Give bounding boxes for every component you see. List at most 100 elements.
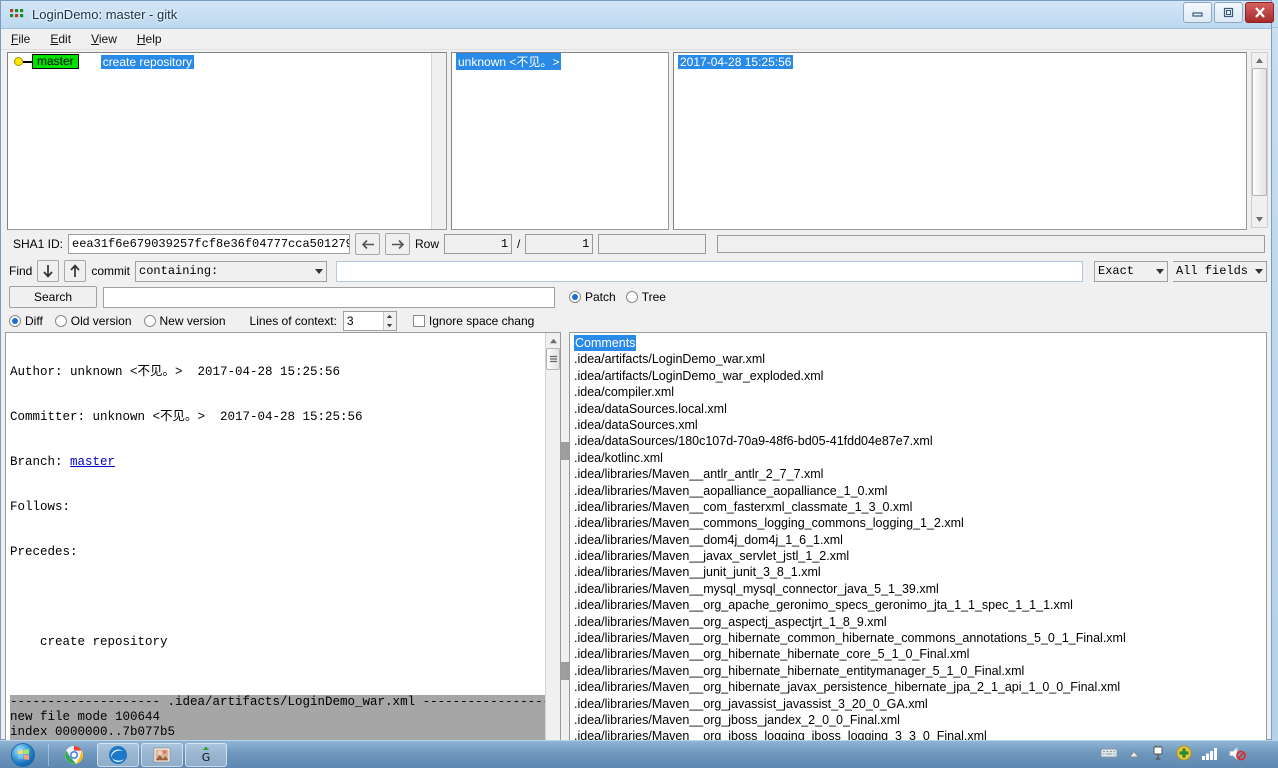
- file-list-item[interactable]: .idea/artifacts/LoginDemo_war.xml: [574, 351, 1266, 367]
- pane-splitter[interactable]: [561, 332, 569, 755]
- volume-muted-icon[interactable]: [1228, 746, 1246, 764]
- diff-label: Diff: [25, 314, 43, 328]
- patch-radio[interactable]: [569, 291, 581, 303]
- arrow-up-icon[interactable]: [64, 260, 86, 282]
- show-hidden-icons-icon[interactable]: [1128, 748, 1140, 762]
- horizontal-scroll-strip[interactable]: [717, 235, 1265, 253]
- file-list-item[interactable]: .idea/libraries/Maven__org_javassist_jav…: [574, 696, 1266, 712]
- menu-file[interactable]: File: [11, 32, 30, 46]
- diff-header-line: Author: unknown <不见。> 2017-04-28 15:25:5…: [10, 365, 545, 380]
- sha-label: SHA1 ID:: [13, 237, 63, 251]
- file-list-item[interactable]: .idea/artifacts/LoginDemo_war_exploded.x…: [574, 368, 1266, 384]
- find-match-mode-combo[interactable]: Exact: [1094, 261, 1168, 282]
- sha-input[interactable]: eea31f6e679039257fcf8e36f04777cca5012798: [68, 234, 350, 254]
- file-list-item[interactable]: .idea/libraries/Maven__junit_junit_3_8_1…: [574, 564, 1266, 580]
- maximize-icon[interactable]: [1214, 2, 1243, 23]
- security-shield-icon[interactable]: [1176, 745, 1192, 764]
- file-list-item[interactable]: .idea/libraries/Maven__org_hibernate_hib…: [574, 646, 1266, 662]
- new-version-radio[interactable]: [144, 315, 156, 327]
- diff-view[interactable]: Author: unknown <不见。> 2017-04-28 15:25:5…: [5, 332, 561, 755]
- taskbar[interactable]: G: [0, 740, 1278, 768]
- old-version-radio[interactable]: [55, 315, 67, 327]
- sha-bar: SHA1 ID: eea31f6e679039257fcf8e36f04777c…: [1, 230, 1271, 258]
- graph-pane-scrollbar[interactable]: [431, 53, 446, 229]
- find-label: Find: [9, 264, 32, 278]
- taskbar-photo-icon[interactable]: [141, 743, 183, 767]
- diff-vertical-scrollbar[interactable]: [545, 333, 560, 754]
- lines-of-context-stepper[interactable]: 3: [343, 311, 397, 331]
- menu-help[interactable]: Help: [137, 32, 162, 46]
- scroll-down-icon[interactable]: [1252, 212, 1267, 227]
- find-commit-label: commit: [91, 264, 130, 278]
- diff-radio[interactable]: [9, 315, 21, 327]
- graph-vertical-scrollbar[interactable]: [1251, 52, 1268, 228]
- diff-text[interactable]: Author: unknown <不见。> 2017-04-28 15:25:5…: [6, 333, 545, 754]
- titlebar: LoginDemo: master - gitk: [1, 1, 1271, 29]
- file-list-item[interactable]: Comments: [574, 335, 1266, 351]
- blank-line: [10, 590, 545, 605]
- search-input[interactable]: [103, 287, 555, 308]
- find-mode-combo[interactable]: containing:: [135, 261, 327, 282]
- file-list-item[interactable]: .idea/libraries/Maven__mysql_mysql_conne…: [574, 581, 1266, 597]
- signal-bars-icon[interactable]: [1202, 747, 1218, 763]
- system-tray[interactable]: [1100, 742, 1278, 768]
- menubar[interactable]: File Edit View Help: [1, 29, 1271, 50]
- file-list-item[interactable]: .idea/libraries/Maven__commons_logging_c…: [574, 515, 1266, 531]
- close-icon[interactable]: [1245, 2, 1274, 23]
- window-controls[interactable]: [1183, 2, 1274, 23]
- file-list-item[interactable]: .idea/dataSources.xml: [574, 417, 1266, 433]
- scroll-thumb[interactable]: [1252, 68, 1267, 196]
- file-list-item[interactable]: .idea/libraries/Maven__org_jboss_jandex_…: [574, 712, 1266, 728]
- changed-files-list[interactable]: Comments.idea/artifacts/LoginDemo_war.xm…: [569, 332, 1267, 755]
- file-list-item[interactable]: .idea/kotlinc.xml: [574, 450, 1266, 466]
- graph-pane[interactable]: master create repository: [7, 52, 447, 230]
- start-button[interactable]: [1, 742, 45, 768]
- row-extra-input[interactable]: [598, 234, 706, 254]
- date-pane[interactable]: 2017-04-28 15:25:56: [673, 52, 1247, 230]
- network-plug-icon[interactable]: [1150, 745, 1166, 764]
- search-button[interactable]: Search: [9, 286, 97, 308]
- branch-line-wrap: Branch: master: [10, 455, 545, 470]
- branch-ref-badge[interactable]: master: [32, 54, 79, 69]
- minimize-icon[interactable]: [1183, 2, 1212, 23]
- file-list-item[interactable]: .idea/libraries/Maven__org_aspectj_aspec…: [574, 614, 1266, 630]
- file-list-item[interactable]: .idea/libraries/Maven__javax_servlet_jst…: [574, 548, 1266, 564]
- keyboard-icon[interactable]: [1100, 747, 1118, 762]
- stepper-up-icon[interactable]: [384, 312, 396, 321]
- branch-link[interactable]: master: [70, 455, 115, 469]
- commit-subject[interactable]: create repository: [101, 55, 194, 69]
- file-list-item[interactable]: .idea/libraries/Maven__org_apache_geroni…: [574, 597, 1266, 613]
- file-list-item[interactable]: .idea/libraries/Maven__org_hibernate_com…: [574, 630, 1266, 646]
- menu-view[interactable]: View: [91, 32, 117, 46]
- commit-row[interactable]: master create repository: [8, 53, 446, 70]
- find-query-input[interactable]: [336, 261, 1083, 282]
- file-list-item[interactable]: .idea/libraries/Maven__antlr_antlr_2_7_7…: [574, 466, 1266, 482]
- file-list-item[interactable]: .idea/libraries/Maven__org_hibernate_jav…: [574, 679, 1266, 695]
- file-list-item[interactable]: .idea/libraries/Maven__org_hibernate_hib…: [574, 663, 1266, 679]
- author-pane[interactable]: unknown <不见。>: [451, 52, 669, 230]
- file-list-items[interactable]: Comments.idea/artifacts/LoginDemo_war.xm…: [570, 333, 1266, 755]
- file-list-item[interactable]: .idea/libraries/Maven__aopalliance_aopal…: [574, 483, 1266, 499]
- arrow-down-icon[interactable]: [37, 260, 59, 282]
- taskbar-browser-icon[interactable]: [97, 743, 139, 767]
- tree-radio[interactable]: [626, 291, 638, 303]
- view-mode-group[interactable]: Patch Tree: [565, 290, 666, 304]
- stepper-buttons[interactable]: [383, 312, 396, 330]
- diff-scroll-thumb[interactable]: [546, 348, 560, 370]
- find-field-scope-combo[interactable]: All fields: [1173, 261, 1267, 282]
- menu-edit[interactable]: Edit: [50, 32, 71, 46]
- taskbar-git-icon[interactable]: G: [185, 743, 227, 767]
- file-list-item[interactable]: .idea/libraries/Maven__dom4j_dom4j_1_6_1…: [574, 532, 1266, 548]
- file-list-item[interactable]: .idea/dataSources/180c107d-70a9-48f6-bd0…: [574, 433, 1266, 449]
- scroll-up-icon[interactable]: [1252, 53, 1267, 68]
- file-list-item[interactable]: .idea/compiler.xml: [574, 384, 1266, 400]
- arrow-left-icon[interactable]: [355, 233, 380, 255]
- row-current-input[interactable]: 1: [444, 234, 512, 254]
- diff-scroll-up-icon[interactable]: [546, 333, 561, 348]
- arrow-right-icon[interactable]: [385, 233, 410, 255]
- taskbar-chrome-icon[interactable]: [53, 743, 95, 767]
- stepper-down-icon[interactable]: [384, 321, 396, 330]
- ignore-space-checkbox[interactable]: [413, 315, 425, 327]
- file-list-item[interactable]: .idea/dataSources.local.xml: [574, 401, 1266, 417]
- file-list-item[interactable]: .idea/libraries/Maven__com_fasterxml_cla…: [574, 499, 1266, 515]
